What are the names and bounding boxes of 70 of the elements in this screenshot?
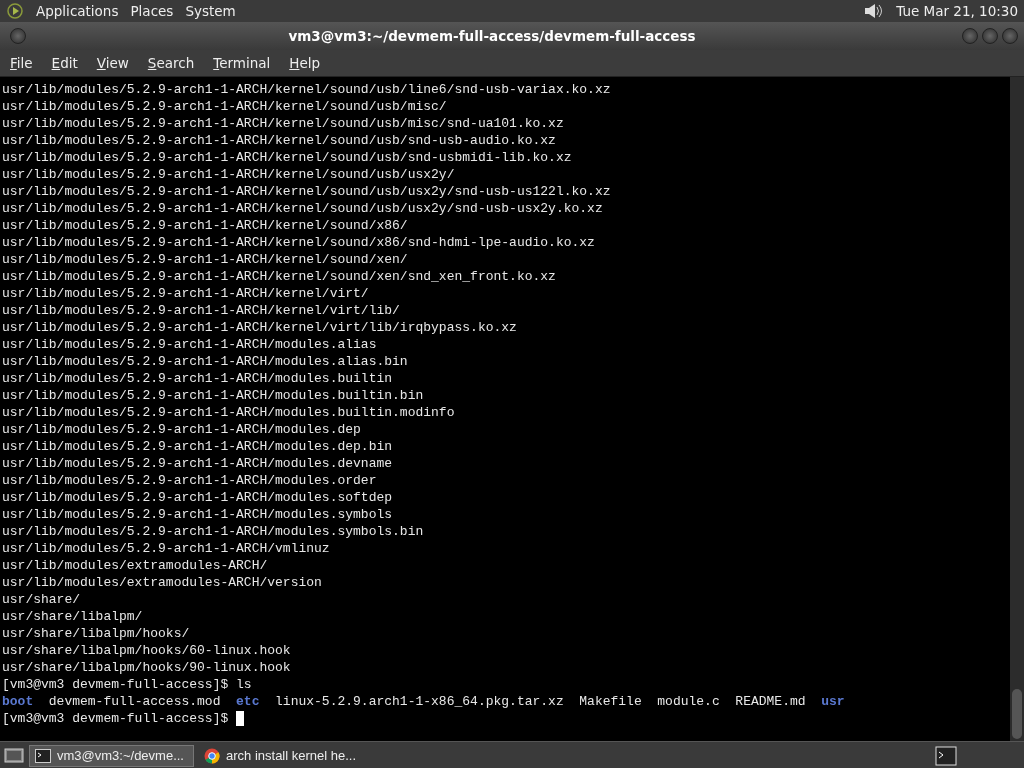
- terminal-line: usr/lib/modules/5.2.9-arch1-1-ARCH/kernel/sound/usb/misc/snd-ua101.ko.xz: [2, 115, 565, 132]
- terminal-line: usr/lib/modules/5.2.9-arch1-1-ARCH/modules.dep.bin: [2, 438, 394, 455]
- terminal-line: [vm3@vm3 devmem-full-access]$ ls: [2, 676, 253, 693]
- directory-name: etc: [236, 693, 260, 710]
- file-name: Makefile: [579, 693, 642, 710]
- panel-menu[interactable]: Applications: [36, 3, 119, 19]
- file-name: linux-5.2.9.arch1-1-x86_64.pkg.tar.xz: [275, 693, 564, 710]
- terminal-line: usr/lib/modules/5.2.9-arch1-1-ARCH/kernel/sound/usb/usx2y/: [2, 166, 456, 183]
- terminal-line: usr/lib/modules/5.2.9-arch1-1-ARCH/modules.alias.bin: [2, 353, 409, 370]
- terminal-line: usr/lib/modules/5.2.9-arch1-1-ARCH/modules.builtin.modinfo: [2, 404, 456, 421]
- file-name: module.c: [657, 693, 720, 710]
- clock[interactable]: Tue Mar 21, 10:30: [896, 3, 1018, 19]
- terminal-line: usr/lib/modules/5.2.9-arch1-1-ARCH/modules.alias: [2, 336, 378, 353]
- task-button[interactable]: arch install kernel he...: [198, 744, 363, 767]
- terminal-line: usr/share/libalpm/hooks/60-linux.hook: [2, 642, 292, 659]
- terminal-line: usr/lib/modules/5.2.9-arch1-1-ARCH/modules.builtin: [2, 370, 394, 387]
- maximize-button[interactable]: [982, 28, 998, 44]
- panel-menu[interactable]: Places: [130, 3, 174, 19]
- menu-item[interactable]: Search: [141, 53, 201, 73]
- terminal-icon[interactable]: [935, 745, 957, 766]
- terminal-line: usr/share/libalpm/: [2, 608, 144, 625]
- terminal-line: usr/lib/modules/5.2.9-arch1-1-ARCH/modules.builtin.bin: [2, 387, 425, 404]
- terminal-line: usr/lib/modules/extramodules-ARCH/version: [2, 574, 323, 591]
- terminal-line: usr/lib/modules/5.2.9-arch1-1-ARCH/modules.symbols: [2, 506, 394, 523]
- terminal-line: usr/lib/modules/5.2.9-arch1-1-ARCH/kernel/sound/xen/: [2, 251, 409, 268]
- terminal-line: usr/lib/modules/5.2.9-arch1-1-ARCH/kernel/sound/usb/snd-usb-audio.ko.xz: [2, 132, 557, 149]
- terminal-line: usr/lib/modules/5.2.9-arch1-1-ARCH/modules.devname: [2, 455, 394, 472]
- browser-icon: [204, 747, 220, 764]
- panel-menu[interactable]: System: [185, 3, 236, 19]
- menu-item[interactable]: Terminal: [207, 53, 277, 73]
- terminal-line: usr/share/libalpm/hooks/: [2, 625, 191, 642]
- terminal-line: usr/lib/modules/5.2.9-arch1-1-ARCH/kernel/sound/usb/line6/snd-usb-variax.ko.xz: [2, 81, 612, 98]
- terminal-line: usr/lib/modules/5.2.9-arch1-1-ARCH/kernel/virt/lib/: [2, 302, 401, 319]
- window-menu-icon[interactable]: [10, 28, 26, 44]
- terminal-line: usr/lib/modules/5.2.9-arch1-1-ARCH/kernel/virt/lib/irqbypass.ko.xz: [2, 319, 518, 336]
- menu-item[interactable]: Edit: [45, 53, 84, 73]
- terminal-icon: [35, 748, 51, 763]
- terminal-line: usr/lib/modules/5.2.9-arch1-1-ARCH/kernel/sound/usb/usx2y/snd-usb-us122l.ko.xz: [2, 183, 612, 200]
- task-button[interactable]: vm3@vm3:~/devme...: [29, 744, 194, 767]
- logo-icon[interactable]: [6, 2, 24, 20]
- terminal-line: usr/lib/modules/5.2.9-arch1-1-ARCH/modules.order: [2, 472, 378, 489]
- directory-name: usr: [821, 693, 845, 710]
- terminal-line: usr/share/libalpm/hooks/90-linux.hook: [2, 659, 292, 676]
- terminal-line: usr/lib/modules/5.2.9-arch1-1-ARCH/kernel/sound/x86/: [2, 217, 409, 234]
- terminal-line: usr/lib/modules/5.2.9-arch1-1-ARCH/kernel/virt/: [2, 285, 370, 302]
- close-button[interactable]: [1002, 28, 1018, 44]
- terminal-line: usr/lib/modules/5.2.9-arch1-1-ARCH/kernel/sound/usb/misc/: [2, 98, 448, 115]
- file-name: README.md: [735, 693, 806, 710]
- shell-prompt: [vm3@vm3 devmem-full-access]$: [2, 711, 229, 726]
- file-name: devmem-full-access.mod: [48, 693, 221, 710]
- terminal-line: usr/lib/modules/5.2.9-arch1-1-ARCH/kernel/sound/usb/usx2y/snd-usb-usx2y.ko.xz: [2, 200, 604, 217]
- terminal-line: usr/lib/modules/5.2.9-arch1-1-ARCH/modules.dep: [2, 421, 362, 438]
- scrollbar-thumb[interactable]: [1012, 689, 1022, 739]
- menu-item[interactable]: Help: [283, 53, 327, 73]
- terminal-line: usr/lib/modules/5.2.9-arch1-1-ARCH/vmlinuz: [2, 540, 331, 557]
- desktop-icon[interactable]: [3, 745, 25, 766]
- terminal-line: usr/lib/modules/5.2.9-arch1-1-ARCH/modules.softdep: [2, 489, 394, 506]
- terminal-line: usr/lib/modules/5.2.9-arch1-1-ARCH/kernel/sound/x86/snd-hdmi-lpe-audio.ko.xz: [2, 234, 596, 251]
- terminal-line: usr/lib/modules/5.2.9-arch1-1-ARCH/kernel/sound/usb/snd-usbmidi-lib.ko.xz: [2, 149, 573, 166]
- terminal-line: usr/share/: [2, 591, 81, 608]
- menu-item[interactable]: File: [4, 53, 39, 73]
- terminal-line: usr/lib/modules/5.2.9-arch1-1-ARCH/modules.symbols.bin: [2, 523, 425, 540]
- directory-name: boot: [2, 693, 34, 710]
- cursor: [236, 711, 245, 727]
- volume-icon[interactable]: [862, 2, 885, 20]
- minimize-button[interactable]: [962, 28, 978, 44]
- window-title: vm3@vm3:~/devmem-full-access/devmem-full-access: [287, 28, 697, 44]
- terminal-line: usr/lib/modules/5.2.9-arch1-1-ARCH/kernel/sound/xen/snd_xen_front.ko.xz: [2, 268, 557, 285]
- menu-item[interactable]: View: [90, 53, 135, 73]
- terminal-line: usr/lib/modules/extramodules-ARCH/: [2, 557, 269, 574]
